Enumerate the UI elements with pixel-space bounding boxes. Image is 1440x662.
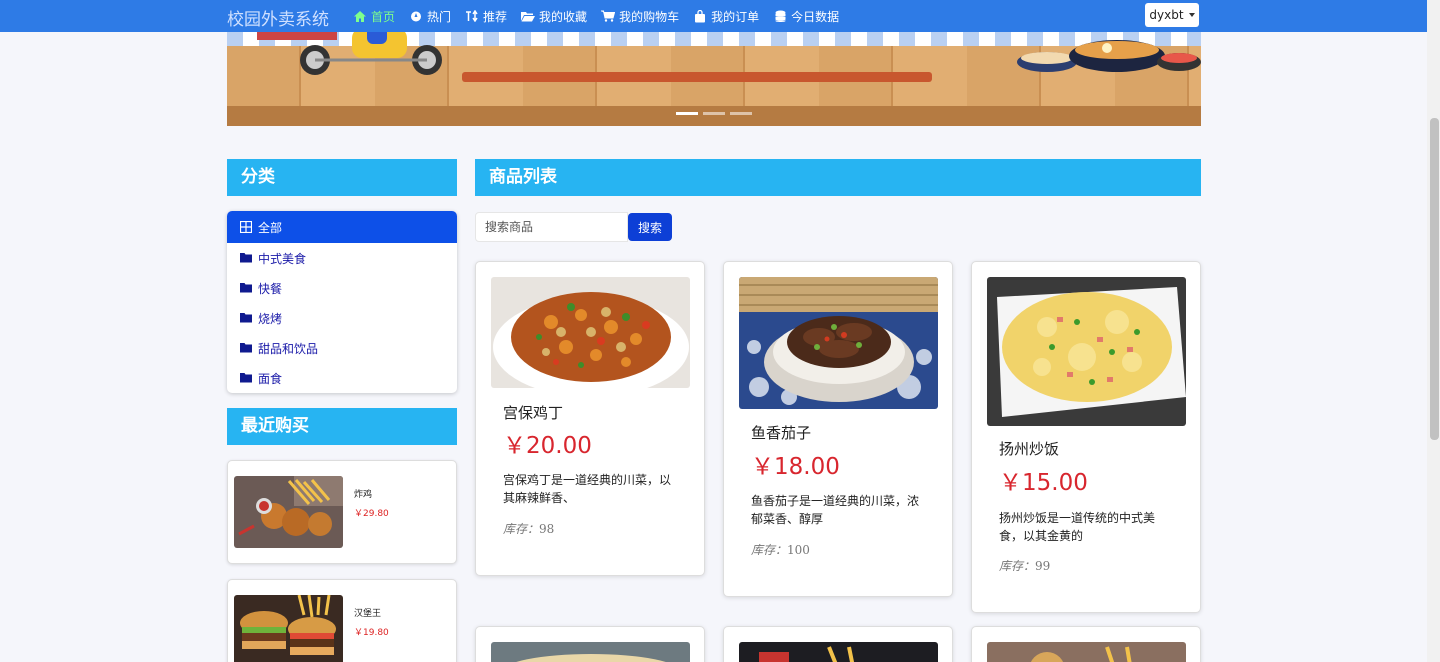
nav-favorites-label: 我的收藏 (539, 9, 588, 24)
category-header: 分类 (227, 159, 457, 196)
product-price: ￥15.00 (999, 470, 1088, 496)
nav-hot-label: 热门 (427, 9, 452, 24)
sort-icon (465, 9, 479, 23)
product-image (739, 277, 938, 409)
promo-banner-carousel[interactable] (227, 32, 1201, 126)
top-navbar: 校园外卖系统 首页 热门 推荐 我的收藏 我的购物车 我的订单 今日数据 dyx… (0, 0, 1427, 32)
banner-cutting-board (462, 72, 932, 82)
category-item-noodles[interactable]: 面食 (227, 363, 457, 393)
category-item-chinese[interactable]: 中式美食 (227, 243, 457, 273)
nav-recommend-label: 推荐 (483, 9, 508, 24)
chevron-down-icon (1188, 13, 1195, 17)
product-description: 鱼香茄子是一道经典的川菜，浓郁菜香、醇厚 (751, 494, 920, 526)
carousel-indicators (676, 112, 757, 115)
stock-label: 库存： (751, 543, 788, 557)
product-name: 宫保鸡丁 (503, 404, 564, 422)
home-icon (353, 9, 367, 23)
user-name: dyxbt (1149, 8, 1184, 22)
product-image (987, 277, 1186, 426)
category-label: 甜品和饮品 (258, 341, 319, 356)
recent-purchase-header: 最近购买 (227, 408, 457, 445)
stock-label: 库存： (999, 559, 1036, 573)
stock-value: 98 (539, 522, 555, 536)
product-card[interactable]: 鱼香茄子 ￥18.00 鱼香茄子是一道经典的川菜，浓郁菜香、醇厚 库存：100 (723, 261, 953, 597)
nav-today-data[interactable]: 今日数据 (773, 8, 839, 25)
recent-item-name: 炸鸡 (354, 490, 373, 500)
category-label: 快餐 (258, 281, 283, 296)
bag-icon (693, 9, 707, 23)
product-price: ￥20.00 (503, 433, 592, 459)
search-button[interactable]: 搜索 (628, 213, 672, 241)
folder-icon (240, 312, 252, 324)
product-image (491, 277, 690, 388)
folder-icon (240, 252, 252, 264)
product-stock: 库存：100 (751, 541, 810, 558)
delivery-scooter-illustration (257, 32, 442, 75)
product-card[interactable]: 扬州炒饭 ￥15.00 扬州炒饭是一道传统的中式美食，以其金黄的 库存：99 (971, 261, 1201, 613)
product-card[interactable] (971, 626, 1201, 662)
nav-orders[interactable]: 我的订单 (693, 8, 759, 25)
product-description: 宫保鸡丁是一道经典的川菜，以其麻辣鲜香、 (503, 473, 672, 505)
folder-icon (240, 282, 252, 294)
user-dropdown[interactable]: dyxbt (1145, 3, 1199, 27)
brand-title[interactable]: 校园外卖系统 (227, 5, 329, 30)
nav-orders-label: 我的订单 (711, 9, 760, 24)
folder-icon (240, 342, 252, 354)
stock-value: 99 (1035, 559, 1051, 573)
recent-item-image (234, 595, 343, 662)
category-label: 烧烤 (258, 311, 283, 326)
nav-cart-label: 我的购物车 (619, 9, 680, 24)
grid-icon (240, 221, 252, 233)
recent-item-price: ￥29.80 (354, 509, 389, 519)
main-nav: 首页 热门 推荐 我的收藏 我的购物车 我的订单 今日数据 (353, 0, 853, 32)
category-item-fastfood[interactable]: 快餐 (227, 273, 457, 303)
product-image (987, 642, 1186, 662)
category-item-all[interactable]: 全部 (227, 211, 457, 243)
recent-item-card[interactable]: 汉堡王 ￥19.80 (227, 579, 457, 662)
folder-icon (240, 372, 252, 384)
category-item-dessert[interactable]: 甜品和饮品 (227, 333, 457, 363)
stock-label: 库存： (503, 522, 540, 536)
nav-hot[interactable]: 热门 (409, 8, 451, 25)
product-name: 鱼香茄子 (751, 424, 812, 442)
product-card[interactable] (475, 626, 705, 662)
carousel-dot[interactable] (703, 112, 725, 115)
product-list-header: 商品列表 (475, 159, 1201, 196)
recent-item-image (234, 476, 343, 548)
noodle-bowl-illustration (1017, 40, 1201, 72)
database-icon (773, 9, 787, 23)
category-label: 中式美食 (258, 251, 307, 266)
nav-cart[interactable]: 我的购物车 (601, 8, 679, 25)
carousel-dot[interactable] (676, 112, 698, 115)
product-image (491, 642, 690, 662)
product-stock: 库存：99 (999, 557, 1050, 574)
category-label: 面食 (258, 371, 283, 386)
category-label: 全部 (258, 220, 283, 235)
product-card[interactable]: 宫保鸡丁 ￥20.00 宫保鸡丁是一道经典的川菜，以其麻辣鲜香、 库存：98 (475, 261, 705, 576)
nav-home-label: 首页 (371, 9, 396, 24)
carousel-dot[interactable] (730, 112, 752, 115)
product-name: 扬州炒饭 (999, 440, 1060, 458)
stock-value: 100 (787, 543, 810, 557)
nav-favorites[interactable]: 我的收藏 (521, 8, 587, 25)
category-list: 全部 中式美食 快餐 烧烤 甜品和饮品 面食 (227, 211, 457, 393)
folder-open-icon (521, 9, 536, 23)
cart-icon (601, 9, 616, 23)
fire-icon (409, 9, 423, 23)
recent-item-price: ￥19.80 (354, 628, 389, 638)
page-scrollbar-thumb[interactable] (1430, 118, 1439, 440)
product-description: 扬州炒饭是一道传统的中式美食，以其金黄的 (999, 511, 1156, 543)
category-item-bbq[interactable]: 烧烤 (227, 303, 457, 333)
product-card[interactable] (723, 626, 953, 662)
recent-item-name: 汉堡王 (354, 609, 382, 619)
nav-today-data-label: 今日数据 (791, 9, 840, 24)
search-input[interactable] (475, 212, 628, 242)
product-image (739, 642, 938, 662)
recent-item-card[interactable]: 炸鸡 ￥29.80 (227, 460, 457, 564)
banner-wood-edge (227, 106, 1201, 126)
nav-recommend[interactable]: 推荐 (465, 8, 507, 25)
nav-home[interactable]: 首页 (353, 8, 395, 25)
product-stock: 库存：98 (503, 520, 554, 537)
product-price: ￥18.00 (751, 454, 840, 480)
